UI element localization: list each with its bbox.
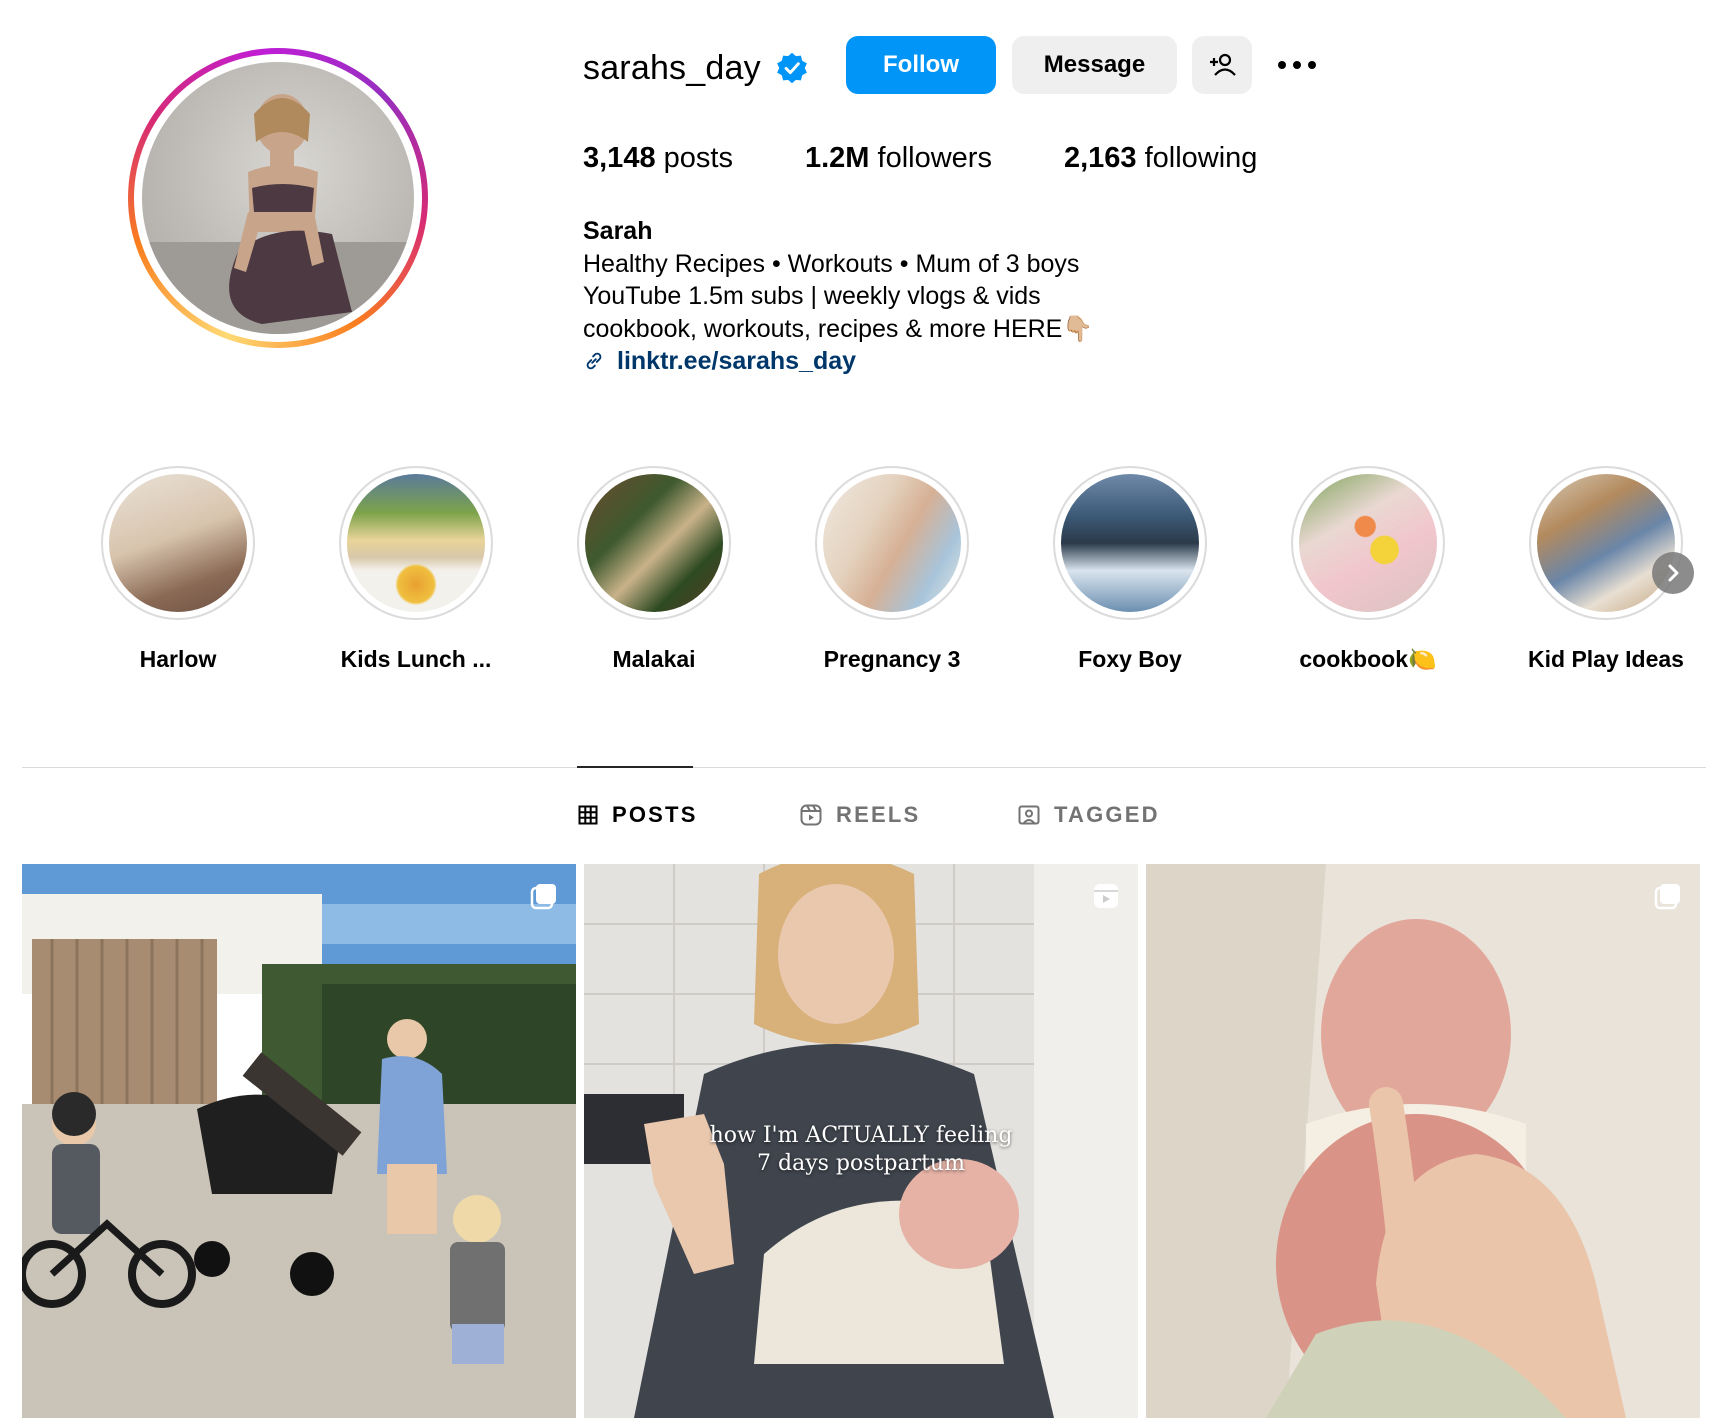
posts-stat: 3,148 posts [583, 142, 733, 175]
follow-button[interactable]: Follow [846, 36, 996, 94]
highlights-next-button[interactable] [1652, 552, 1694, 594]
reel-caption-line-1: how I'm ACTUALLY feeling [709, 1123, 1013, 1148]
highlight-cookbook[interactable]: cookbook🍋 [1268, 466, 1468, 673]
highlight-cover [1537, 474, 1675, 612]
following-stat[interactable]: 2,163 following [1064, 142, 1257, 175]
avatar-photo [142, 62, 414, 334]
avatar-inner [134, 54, 422, 342]
reel-caption: how I'm ACTUALLY feeling 7 days postpart… [584, 1122, 1138, 1178]
highlight-label: Pregnancy 3 [823, 646, 961, 672]
highlight-foxy-boy[interactable]: Foxy Boy [1030, 466, 1230, 673]
post-tile[interactable] [22, 864, 576, 1418]
highlight-label: cookbook🍋 [1299, 646, 1437, 672]
tabs-divider [22, 767, 1706, 768]
highlight-ring [577, 466, 731, 620]
post-image [1146, 864, 1700, 1418]
highlight-harlow[interactable]: Harlow [78, 466, 278, 673]
tab-reels-label: REELS [836, 802, 921, 827]
post-tile[interactable] [1146, 864, 1700, 1418]
post-tile[interactable]: how I'm ACTUALLY feeling 7 days postpart… [584, 864, 1138, 1418]
highlight-cover [109, 474, 247, 612]
carousel-icon [530, 884, 556, 910]
highlight-ring [1529, 466, 1683, 620]
highlight-pregnancy-3[interactable]: Pregnancy 3 [792, 466, 992, 673]
message-button[interactable]: Message [1012, 36, 1177, 94]
followers-label: followers [877, 142, 992, 174]
profile-stats: 3,148 posts 1.2M followers 2,163 followi… [583, 142, 1329, 175]
highlight-ring [101, 466, 255, 620]
posts-label: posts [663, 142, 733, 174]
reels-icon [800, 804, 822, 826]
highlight-label: Harlow [139, 646, 217, 672]
more-dots-icon [1278, 61, 1316, 69]
followers-stat[interactable]: 1.2M followers [805, 142, 992, 175]
tab-posts-label: POSTS [612, 802, 698, 827]
bio-link[interactable]: linktr.ee/sarahs_day [583, 345, 1094, 378]
highlight-cover [1061, 474, 1199, 612]
highlight-label: Kids Lunch ... [340, 646, 492, 672]
highlight-ring [1291, 466, 1445, 620]
bio-line-1: Healthy Recipes • Workouts • Mum of 3 bo… [583, 249, 1080, 278]
highlight-label: Malakai [612, 646, 696, 672]
highlight-label: Foxy Boy [1078, 646, 1182, 672]
chevron-right-icon [1668, 564, 1679, 582]
following-count: 2,163 [1063, 142, 1137, 174]
tab-posts[interactable]: POSTS [578, 800, 698, 830]
highlight-ring [1053, 466, 1207, 620]
add-user-icon [1210, 53, 1236, 76]
suggested-users-button[interactable] [1192, 36, 1252, 94]
grid-icon [578, 805, 598, 825]
reel-caption-line-2: 7 days postpartum [757, 1151, 965, 1176]
highlight-cover [1299, 474, 1437, 612]
verified-badge-icon [776, 52, 807, 84]
highlight-cover [585, 474, 723, 612]
username-row: sarahs_day [583, 38, 809, 98]
link-icon [586, 352, 602, 370]
tab-tagged[interactable]: TAGGED [1018, 800, 1160, 830]
profile-display-name: Sarah [583, 217, 653, 245]
more-options-button[interactable] [1272, 48, 1322, 82]
bio-line-3: cookbook, workouts, recipes & more HERE👇… [583, 314, 1094, 343]
profile-bio: Sarah Healthy Recipes • Workouts • Mum o… [583, 215, 1094, 378]
bio-line-2: YouTube 1.5m subs | weekly vlogs & vids [583, 282, 1041, 310]
highlight-cover [823, 474, 961, 612]
followers-count: 1.2M [804, 142, 870, 174]
highlight-label: Kid Play Ideas [1528, 646, 1684, 672]
active-tab-indicator [577, 766, 693, 768]
profile-username: sarahs_day [583, 48, 761, 87]
carousel-icon [1654, 884, 1680, 910]
following-label: following [1144, 142, 1258, 174]
highlight-malakai[interactable]: Malakai [554, 466, 754, 673]
posts-count: 3,148 [583, 142, 656, 174]
tab-tagged-label: TAGGED [1054, 802, 1160, 827]
bio-link-text: linktr.ee/sarahs_day [617, 347, 857, 375]
highlight-kids-lunch[interactable]: Kids Lunch ... [316, 466, 516, 673]
tagged-icon [1018, 805, 1040, 825]
tab-reels[interactable]: REELS [800, 800, 920, 830]
reel-icon [1094, 884, 1118, 908]
avatar-illustration [142, 94, 414, 334]
highlight-ring [339, 466, 493, 620]
post-image [22, 864, 576, 1418]
highlight-cover [347, 474, 485, 612]
profile-avatar[interactable] [128, 48, 428, 348]
highlight-ring [815, 466, 969, 620]
